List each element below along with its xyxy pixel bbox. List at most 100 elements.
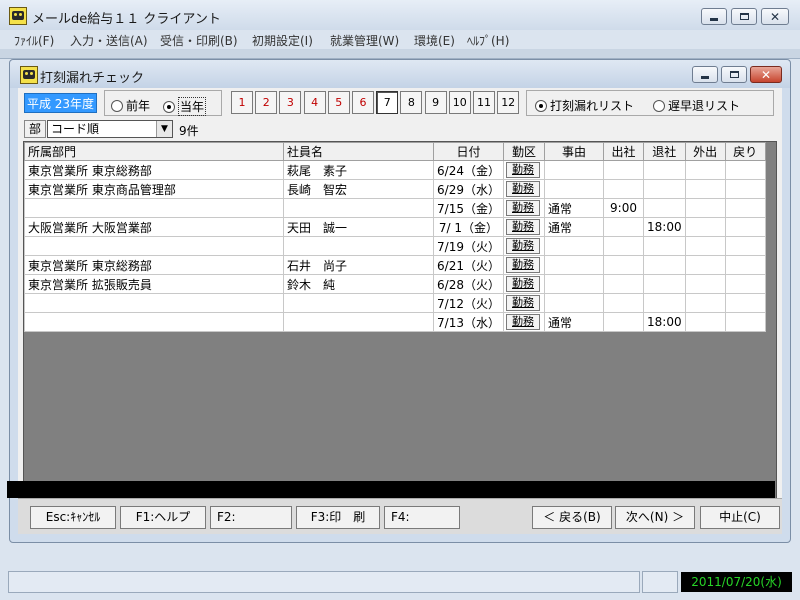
month-button-6[interactable]: 6 — [352, 91, 374, 114]
month-button-2[interactable]: 2 — [255, 91, 278, 114]
radio-late-list[interactable]: 遅早退リスト — [653, 97, 740, 114]
employee-cell: 天田 誠一 — [283, 217, 434, 237]
return-cell — [724, 293, 766, 313]
column-header: 日付 — [433, 142, 504, 161]
menu-file[interactable]: ﾌｧｲﾙ(F) — [14, 32, 54, 49]
month-button-11[interactable]: 11 — [473, 91, 495, 114]
employee-cell — [283, 198, 434, 218]
dept-cell — [24, 198, 284, 218]
column-header: 戻り — [724, 142, 766, 161]
next-button[interactable]: 次へ(N) ＞ — [615, 506, 695, 529]
work-button[interactable]: 勤務 — [506, 314, 540, 330]
table-row[interactable]: 7/12（火） 勤務 — [24, 293, 766, 313]
column-header: 所属部門 — [24, 142, 284, 161]
close-icon: ✕ — [769, 9, 781, 24]
main-window: メールde給与１１ クライアント ✕ ﾌｧｲﾙ(F) 入力・送信(A) 受信・印… — [0, 0, 800, 600]
radio-prev-year[interactable]: 前年 — [111, 97, 150, 114]
month-button-12[interactable]: 12 — [497, 91, 520, 114]
month-button-9[interactable]: 9 — [424, 91, 447, 114]
clock-in-cell — [603, 255, 644, 275]
month-button-4[interactable]: 4 — [303, 91, 326, 114]
menu-attendance[interactable]: 就業管理(W) — [330, 32, 399, 49]
work-button[interactable]: 勤務 — [506, 181, 540, 197]
return-cell — [724, 255, 766, 275]
f1-help-button[interactable]: F1:ヘルプ — [120, 506, 206, 529]
stop-button[interactable]: 中止(C) — [700, 506, 780, 529]
esc-cancel-button[interactable]: Esc:ｷｬﾝｾﾙ — [30, 506, 116, 529]
radio-late-list-label: 遅早退リスト — [668, 99, 741, 113]
reason-cell — [544, 236, 604, 256]
result-table: 所属部門 社員名 日付 勤区 事由 出社 退社 外出 戻り 東京営業所 東京総務部 萩尾 素子 6/… — [24, 142, 766, 332]
back-button[interactable]: ＜ 戻る(B) — [532, 506, 612, 529]
close-button[interactable]: ✕ — [761, 8, 789, 25]
menu-help[interactable]: ﾍﾙﾌﾟ(H) — [467, 32, 509, 49]
column-header: 勤区 — [503, 142, 545, 161]
window-close-button[interactable]: ✕ — [750, 66, 782, 83]
column-header: 社員名 — [283, 142, 434, 161]
return-cell — [724, 160, 766, 180]
work-button[interactable]: 勤務 — [506, 295, 540, 311]
employee-cell: 萩尾 素子 — [283, 160, 434, 180]
go-out-cell — [684, 274, 726, 294]
table-row[interactable]: 7/19（火） 勤務 — [24, 236, 766, 256]
maximize-icon — [739, 13, 749, 20]
column-header: 退社 — [643, 142, 686, 161]
window-minimize-button[interactable] — [692, 66, 718, 83]
return-cell — [724, 179, 766, 199]
month-button-7[interactable]: 7 — [376, 91, 399, 114]
month-button-3[interactable]: 3 — [279, 91, 302, 114]
content-area: 平成 23年度 前年 当年 1 2 3 4 5 6 7 8 9 10 11 12 打刻漏れリスト — [18, 88, 782, 534]
radio-current-year[interactable]: 当年 — [163, 97, 207, 116]
menu-environment[interactable]: 環境(E) — [414, 32, 455, 49]
go-out-cell — [684, 312, 726, 332]
radio-missing-list-label: 打刻漏れリスト — [550, 99, 635, 113]
table-row[interactable]: 東京営業所 拡張販売員 鈴木 純 6/28（火） 勤務 — [24, 274, 766, 294]
maximize-button[interactable] — [731, 8, 757, 25]
year-radio-group: 前年 当年 — [104, 90, 222, 116]
f3-print-button[interactable]: F3:印 刷 — [296, 506, 380, 529]
table-row[interactable]: 大阪営業所 大阪営業部 天田 誠一 7/ 1（金） 勤務 通常 18:00 — [24, 217, 766, 237]
work-button[interactable]: 勤務 — [506, 238, 540, 254]
month-button-1[interactable]: 1 — [231, 91, 253, 114]
radio-off-icon — [653, 99, 665, 112]
employee-cell — [283, 236, 434, 256]
table-row[interactable]: 7/13（水） 勤務 通常 18:00 — [24, 312, 766, 332]
clock-in-cell — [603, 217, 644, 237]
date-cell: 6/29（水） — [433, 179, 504, 199]
status-date: 2011/07/20(水) — [681, 572, 792, 592]
sort-select[interactable]: コード順 ▼ — [47, 120, 173, 138]
work-button[interactable]: 勤務 — [506, 276, 540, 292]
menu-receive-print[interactable]: 受信・印刷(B) — [160, 32, 238, 49]
clock-out-cell — [643, 236, 686, 256]
work-type-cell: 勤務 — [503, 217, 545, 237]
table-row[interactable]: 東京営業所 東京商品管理部 長崎 智宏 6/29（水） 勤務 — [24, 179, 766, 199]
clock-in-cell — [603, 293, 644, 313]
work-button[interactable]: 勤務 — [506, 219, 540, 235]
window-maximize-button[interactable] — [721, 66, 747, 83]
date-cell: 6/21（火） — [433, 255, 504, 275]
maximize-icon — [729, 71, 739, 78]
work-button[interactable]: 勤務 — [506, 257, 540, 273]
menu-initial-settings[interactable]: 初期設定(I) — [252, 32, 313, 49]
table-row[interactable]: 東京営業所 東京総務部 萩尾 素子 6/24（金） 勤務 — [24, 160, 766, 180]
chevron-down-icon[interactable]: ▼ — [156, 121, 172, 137]
sort-select-value: コード順 — [51, 122, 100, 136]
record-count: 9件 — [179, 124, 199, 138]
go-out-cell — [684, 217, 726, 237]
month-button-5[interactable]: 5 — [327, 91, 350, 114]
month-button-10[interactable]: 10 — [448, 91, 471, 114]
radio-off-icon — [111, 99, 123, 112]
table-row[interactable]: 東京営業所 東京総務部 石井 尚子 6/21（火） 勤務 — [24, 255, 766, 275]
work-button[interactable]: 勤務 — [506, 162, 540, 178]
reason-cell — [544, 160, 604, 180]
radio-missing-list[interactable]: 打刻漏れリスト — [535, 97, 634, 114]
table-row[interactable]: 7/15（金） 勤務 通常 9:00 — [24, 198, 766, 218]
return-cell — [724, 217, 766, 237]
menu-input-send[interactable]: 入力・送信(A) — [70, 32, 148, 49]
dept-cell — [24, 293, 284, 313]
month-button-8[interactable]: 8 — [400, 91, 423, 114]
f2-button[interactable]: F2: — [210, 506, 292, 529]
f4-button[interactable]: F4: — [384, 506, 460, 529]
work-button[interactable]: 勤務 — [506, 200, 540, 216]
minimize-button[interactable] — [701, 8, 727, 25]
